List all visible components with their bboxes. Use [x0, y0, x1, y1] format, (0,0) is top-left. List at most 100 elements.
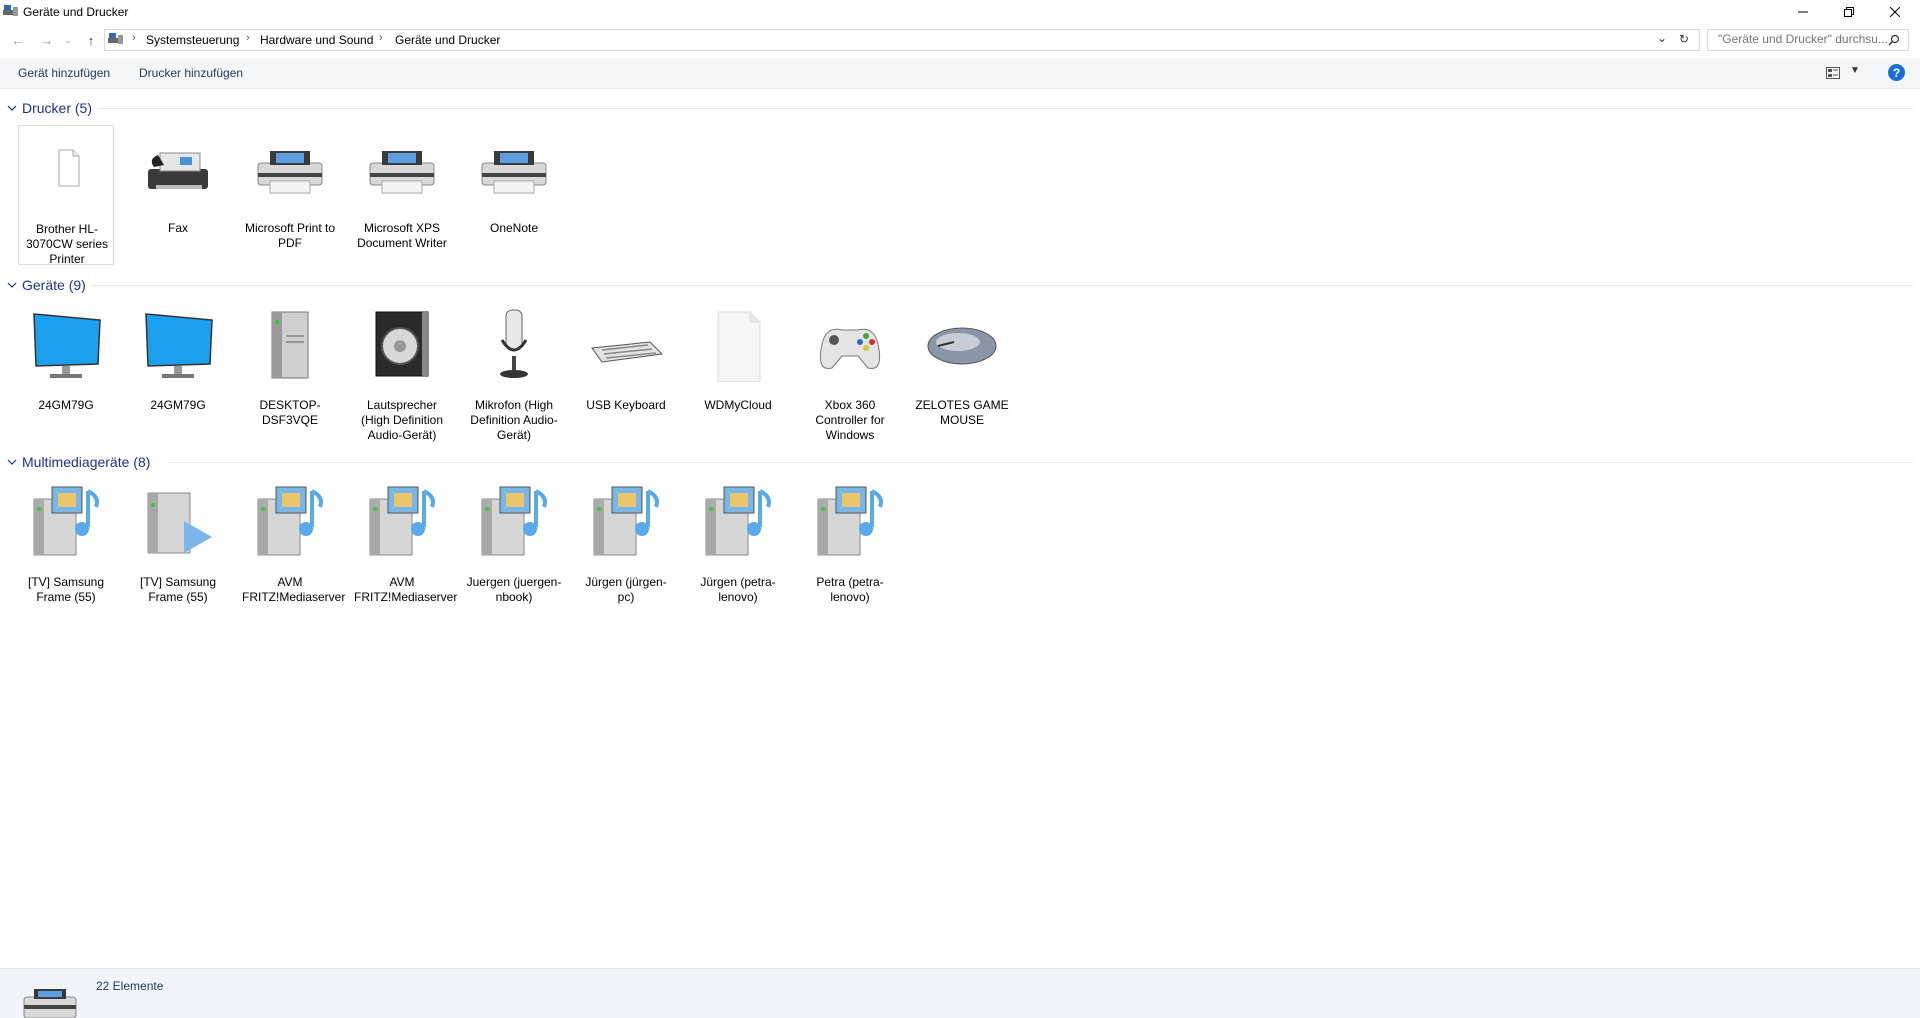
- device-label: WDMyCloud: [704, 398, 772, 412]
- add-device-button[interactable]: Gerät hinzufügen: [18, 66, 110, 80]
- device-label: 24GM79G: [38, 398, 94, 412]
- help-button[interactable]: ?: [1888, 64, 1905, 81]
- refresh-icon[interactable]: ↻: [1679, 32, 1689, 46]
- close-icon: [1890, 7, 1900, 17]
- device-label: Lautsprecher (High Definition Audio-Gerä…: [360, 398, 444, 442]
- breadcrumb-separator-icon: ›: [379, 32, 383, 44]
- device-item[interactable]: [TV] Samsung Frame (55): [18, 479, 114, 619]
- device-item[interactable]: DESKTOP-DSF3VQE: [242, 302, 338, 442]
- device-item[interactable]: USB Keyboard: [578, 302, 674, 442]
- device-label: ZELOTES GAME MOUSE: [915, 398, 1009, 427]
- group-header-devices[interactable]: Geräte (9): [6, 276, 86, 294]
- device-item[interactable]: ZELOTES GAME MOUSE: [914, 302, 1010, 442]
- monitor-icon: [33, 313, 101, 378]
- search-input[interactable]: [1712, 30, 1888, 48]
- device-item[interactable]: Petra (petra-lenovo): [802, 479, 898, 619]
- breadcrumb-separator-icon: ›: [246, 32, 250, 44]
- device-item[interactable]: WDMyCloud: [690, 302, 786, 442]
- minimize-icon: [1798, 11, 1808, 13]
- monitor-icon: [145, 313, 213, 378]
- group-header-media[interactable]: Multimediageräte (8): [6, 453, 150, 471]
- add-printer-button[interactable]: Drucker hinzufügen: [139, 66, 243, 80]
- restore-icon: [1844, 7, 1854, 17]
- device-item[interactable]: 24GM79G: [18, 302, 114, 442]
- device-label: Jürgen (jürgen-pc): [585, 575, 667, 604]
- device-item[interactable]: 24GM79G: [130, 302, 226, 442]
- device-item[interactable]: Microsoft XPS Document Writer: [354, 125, 450, 265]
- printer-thumbnail-icon: [23, 989, 77, 1018]
- device-item[interactable]: Jürgen (jürgen-pc): [578, 479, 674, 619]
- restore-button[interactable]: [1826, 0, 1872, 24]
- device-item[interactable]: OneNote: [466, 125, 562, 265]
- view-options-icon[interactable]: [1826, 67, 1840, 79]
- chevron-down-icon: ⌄: [64, 34, 72, 45]
- device-label: Petra (petra-lenovo): [816, 575, 884, 604]
- device-label: 24GM79G: [150, 398, 206, 412]
- device-label: Jürgen (petra-lenovo): [700, 575, 776, 604]
- group-title: Geräte (9): [22, 277, 86, 293]
- device-item[interactable]: Xbox 360 Controller for Windows: [802, 302, 898, 442]
- arrow-up-icon: ↑: [87, 32, 95, 48]
- chevron-down-icon: [7, 282, 17, 288]
- device-item[interactable]: Juergen (juergen-nbook): [466, 479, 562, 619]
- device-label: Brother HL-3070CW series Printer: [25, 222, 109, 266]
- device-item[interactable]: [TV] Samsung Frame (55): [130, 479, 226, 619]
- device-label: AVM FRITZ!Mediaserver: [242, 575, 346, 604]
- breadcrumb-systemsteuerung[interactable]: Systemsteuerung: [146, 33, 239, 47]
- breadcrumb-geraete-und-drucker[interactable]: Geräte und Drucker: [395, 33, 500, 47]
- device-label: [TV] Samsung Frame (55): [27, 575, 105, 604]
- device-label: Xbox 360 Controller for Windows: [815, 398, 885, 442]
- device-item[interactable]: AVM FRITZ!Mediaserver: [354, 479, 458, 619]
- up-button[interactable]: ↑: [81, 30, 101, 50]
- device-item[interactable]: Lautsprecher (High Definition Audio-Gerä…: [354, 302, 450, 442]
- device-label: Fax: [167, 221, 188, 235]
- group-divider: [92, 285, 1913, 286]
- address-dropdown-icon[interactable]: ⌄: [1657, 31, 1667, 45]
- gamepad-icon: [819, 328, 881, 369]
- media-server-icon: [33, 486, 99, 556]
- mouse-icon: [927, 327, 997, 365]
- navigation-bar: ← → ⌄ ↑ › Systemsteuerung › Hardware und…: [0, 28, 1920, 52]
- device-label: OneNote: [489, 221, 539, 235]
- control-panel-icon: [108, 33, 123, 44]
- device-label: [TV] Samsung Frame (55): [139, 575, 217, 604]
- view-dropdown-icon[interactable]: ▼: [1850, 65, 1860, 76]
- printer-icon: [257, 151, 323, 194]
- devices-printers-app-icon: [3, 5, 18, 16]
- device-label: DESKTOP-DSF3VQE: [259, 398, 321, 427]
- device-label: USB Keyboard: [586, 398, 666, 412]
- computer-tower-icon: [271, 311, 309, 379]
- minimize-button[interactable]: [1780, 0, 1826, 24]
- group-divider: [98, 108, 1913, 109]
- media-server-icon: [593, 486, 659, 556]
- title-bar: Geräte und Drucker: [0, 0, 1920, 24]
- back-button[interactable]: ←: [8, 30, 28, 50]
- device-item[interactable]: Jürgen (petra-lenovo): [690, 479, 786, 619]
- search-icon[interactable]: [1888, 34, 1900, 46]
- media-server-icon: [481, 486, 547, 556]
- device-label: Microsoft XPS Document Writer: [357, 221, 447, 250]
- device-item[interactable]: Fax: [130, 125, 226, 265]
- group-title: Drucker (5): [22, 100, 93, 116]
- help-icon: ?: [1892, 65, 1901, 80]
- device-item[interactable]: AVM FRITZ!Mediaserver: [242, 479, 346, 619]
- arrow-left-icon: ←: [11, 32, 25, 48]
- document-icon: [717, 311, 761, 382]
- document-icon: [58, 149, 80, 187]
- device-item[interactable]: Microsoft Print to PDF: [242, 125, 338, 265]
- printer-icon: [369, 151, 435, 194]
- device-label: Mikrofon (High Definition Audio-Gerät): [470, 398, 558, 442]
- media-server-icon: [257, 486, 323, 556]
- search-box[interactable]: [1707, 29, 1909, 51]
- group-title: Multimediageräte (8): [22, 454, 151, 470]
- close-button[interactable]: [1872, 0, 1918, 24]
- address-bar[interactable]: › Systemsteuerung › Hardware und Sound ›…: [104, 29, 1700, 51]
- device-label: AVM FRITZ!Mediaserver: [354, 575, 458, 604]
- device-item[interactable]: Mikrofon (High Definition Audio-Gerät): [466, 302, 562, 442]
- group-header-printers[interactable]: Drucker (5): [6, 99, 92, 117]
- forward-button[interactable]: →: [37, 30, 57, 50]
- device-item[interactable]: Brother HL-3070CW series Printer: [18, 125, 114, 266]
- window-title: Geräte und Drucker: [23, 5, 129, 19]
- recent-locations-button[interactable]: ⌄: [62, 30, 74, 50]
- breadcrumb-hardware-und-sound[interactable]: Hardware und Sound: [260, 33, 373, 47]
